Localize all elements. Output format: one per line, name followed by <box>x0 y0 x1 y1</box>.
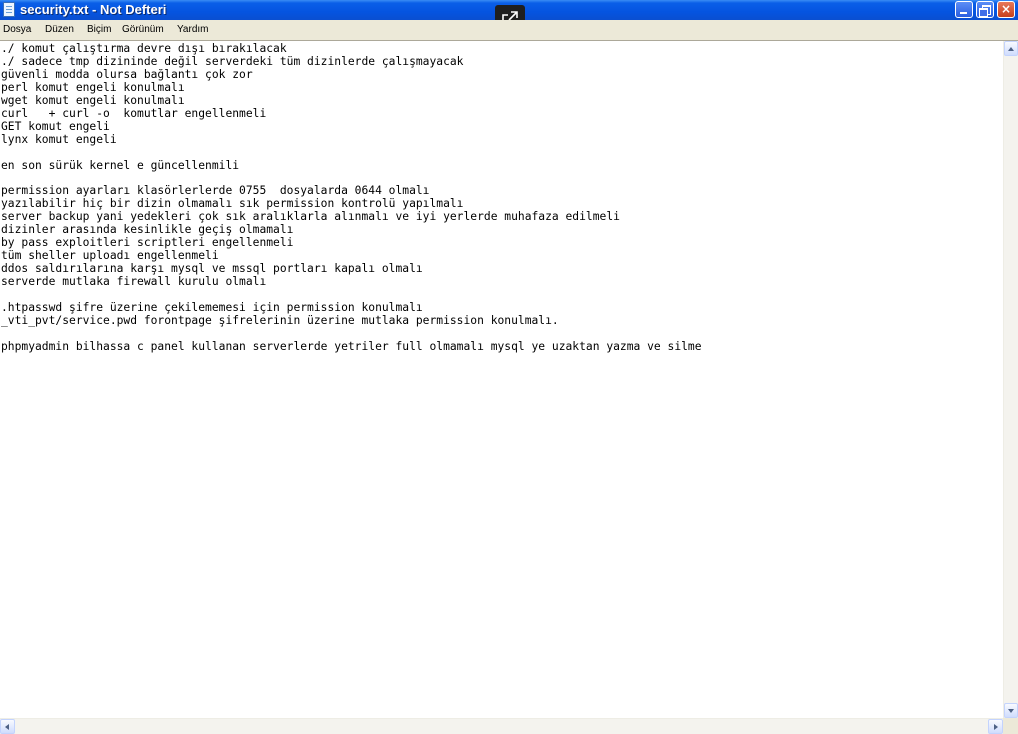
notepad-icon[interactable] <box>3 2 15 17</box>
text-line: perl komut engeli konulmalı <box>1 80 185 94</box>
document-text[interactable]: ./ komut çalıştırma devre dışı bırakılac… <box>0 41 1003 354</box>
close-button[interactable]: × <box>997 1 1015 18</box>
menu-gorunum[interactable]: Görünüm <box>122 24 164 36</box>
scroll-up-button[interactable] <box>1004 41 1018 56</box>
arrow-right-icon <box>994 724 998 730</box>
vertical-scrollbar[interactable] <box>1003 41 1018 718</box>
text-line <box>1 147 1003 160</box>
text-line: lynx komut engeli <box>1 132 117 146</box>
menu-duzen[interactable]: Düzen <box>45 24 74 36</box>
text-line: serverde mutlaka firewall kurulu olmalı <box>1 275 267 289</box>
horizontal-scrollbar[interactable] <box>0 718 1003 734</box>
text-line: ./ sadece tmp dizininde değil serverdeki… <box>1 54 464 68</box>
minimize-button[interactable] <box>955 1 973 18</box>
text-line: wget komut engeli konulmalı <box>1 93 185 107</box>
text-line: GET komut engeli <box>1 119 110 133</box>
text-line <box>1 328 1003 341</box>
scroll-left-button[interactable] <box>0 719 15 734</box>
scroll-down-button[interactable] <box>1004 703 1018 718</box>
arrow-left-icon <box>5 724 9 730</box>
scroll-right-button[interactable] <box>988 719 1003 734</box>
text-line: ./ komut çalıştırma devre dışı bırakılac… <box>1 42 287 55</box>
text-editor[interactable]: ./ komut çalıştırma devre dışı bırakılac… <box>0 41 1003 718</box>
scrollbar-corner <box>1003 718 1018 734</box>
text-line: _vti_pvt/service.pwd forontpage şifreler… <box>1 314 559 328</box>
maximize-button[interactable] <box>976 1 994 18</box>
menu-bicim[interactable]: Biçim <box>87 24 111 36</box>
menu-dosya[interactable]: Dosya <box>3 24 31 36</box>
text-line: curl + curl -o komutlar engellenmeli <box>1 106 267 120</box>
window-title: security.txt - Not Defteri <box>20 2 167 17</box>
text-line: phpmyadmin bilhassa c panel kullanan ser… <box>1 339 702 353</box>
menu-yardim[interactable]: Yardım <box>177 24 209 36</box>
arrow-up-icon <box>1008 47 1014 51</box>
text-line: güvenli modda olursa bağlantı çok zor <box>1 67 253 81</box>
arrow-down-icon <box>1008 709 1014 713</box>
minimize-icon <box>960 12 967 14</box>
text-line: en son sürük kernel e güncellenmili <box>1 158 240 172</box>
menu-bar: Dosya Düzen Biçim Görünüm Yardım <box>0 20 1018 40</box>
close-icon: × <box>1000 2 1012 16</box>
